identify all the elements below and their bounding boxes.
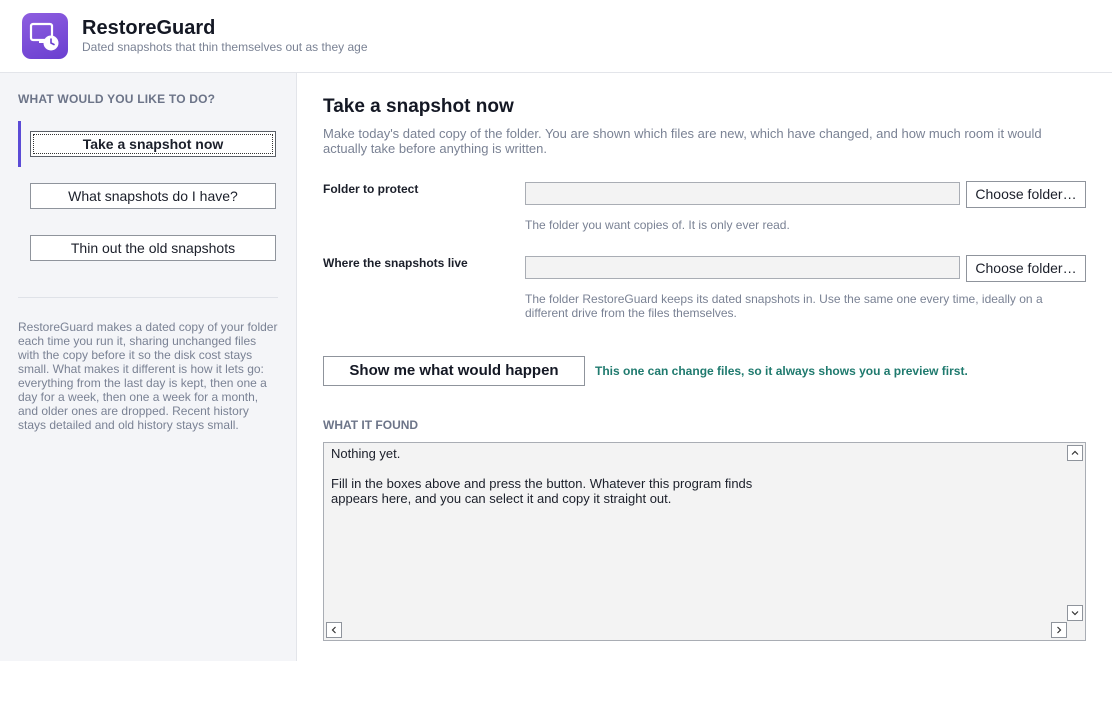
chevron-left-icon (331, 626, 336, 634)
output-heading: WHAT IT FOUND (323, 418, 419, 432)
scroll-right-button[interactable] (1051, 622, 1067, 638)
nav-list-snapshots-button[interactable]: What snapshots do I have? (30, 183, 276, 209)
output-text[interactable]: Nothing yet. Fill in the boxes above and… (331, 446, 1051, 506)
scroll-up-button[interactable] (1067, 445, 1083, 461)
monitor-clock-icon (22, 13, 68, 59)
choose-snapshot-folder-button[interactable]: Choose folder… (966, 255, 1086, 282)
scroll-left-button[interactable] (326, 622, 342, 638)
snapshot-location-hint: The folder RestoreGuard keeps its dated … (525, 292, 1043, 320)
page-description: Make today's dated copy of the folder. Y… (323, 126, 1042, 156)
sidebar-heading: WHAT WOULD YOU LIKE TO DO? (18, 92, 216, 106)
chevron-up-icon (1071, 450, 1079, 455)
snapshot-location-label: Where the snapshots live (323, 256, 468, 270)
sidebar: WHAT WOULD YOU LIKE TO DO? Take a snapsh… (0, 73, 297, 661)
scroll-down-button[interactable] (1067, 605, 1083, 621)
folder-to-protect-label: Folder to protect (323, 182, 419, 196)
output-textarea[interactable]: Nothing yet. Fill in the boxes above and… (323, 442, 1086, 641)
nav-take-snapshot-button[interactable]: Take a snapshot now (30, 131, 276, 157)
active-indicator (18, 121, 21, 167)
snapshot-location-input[interactable] (525, 256, 960, 279)
app-title: RestoreGuard (82, 17, 216, 39)
app-subtitle: Dated snapshots that thin themselves out… (82, 40, 368, 54)
preview-note: This one can change files, so it always … (595, 364, 968, 378)
folder-to-protect-hint: The folder you want copies of. It is onl… (525, 218, 790, 232)
folder-to-protect-input[interactable] (525, 182, 960, 205)
nav-thin-snapshots-button[interactable]: Thin out the old snapshots (30, 235, 276, 261)
choose-source-folder-button[interactable]: Choose folder… (966, 181, 1086, 208)
page-title: Take a snapshot now (323, 96, 514, 117)
main-panel: Take a snapshot now Make today's dated c… (297, 73, 1112, 661)
sidebar-divider (18, 297, 278, 298)
chevron-down-icon (1071, 611, 1079, 616)
chevron-right-icon (1057, 626, 1062, 634)
sidebar-description: RestoreGuard makes a dated copy of your … (18, 320, 278, 432)
app-header: RestoreGuard Dated snapshots that thin t… (0, 0, 1112, 73)
preview-run-button[interactable]: Show me what would happen (323, 356, 585, 386)
